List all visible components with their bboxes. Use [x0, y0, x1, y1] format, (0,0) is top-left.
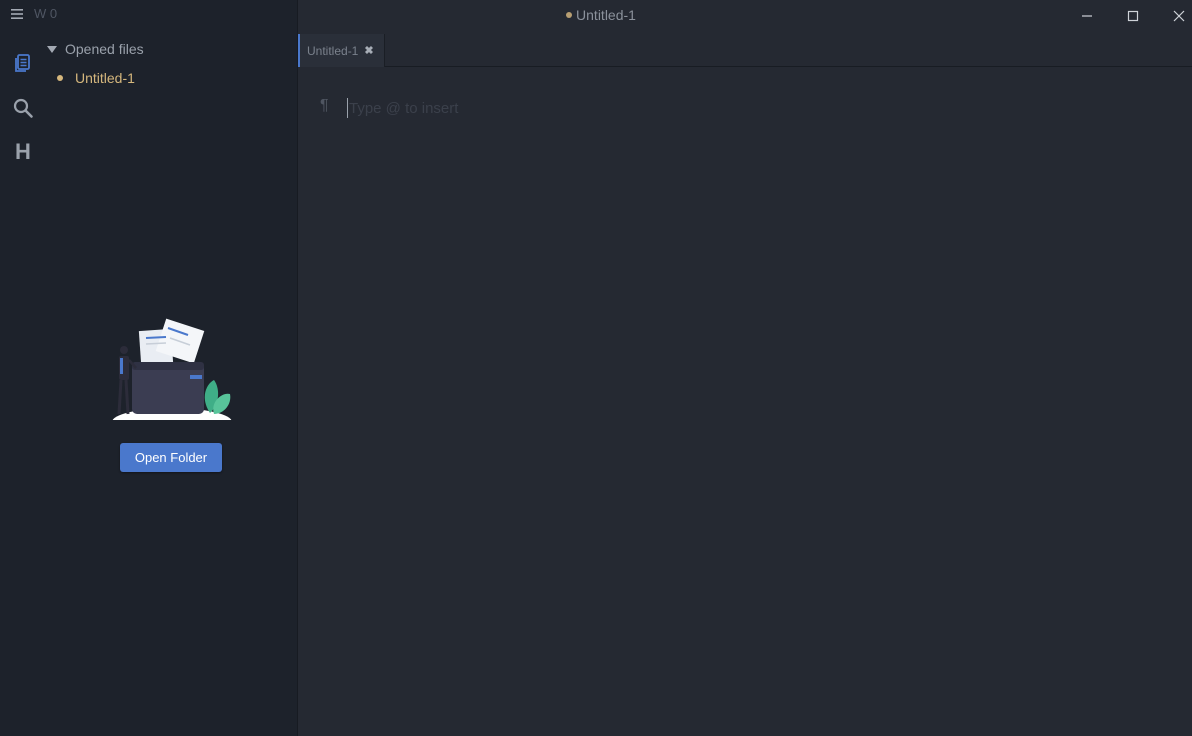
window-title: Untitled-1 [298, 7, 904, 23]
open-folder-button[interactable]: Open Folder [120, 443, 222, 472]
paragraph-icon[interactable]: ¶ [320, 97, 329, 115]
close-icon [1173, 10, 1185, 22]
editor-input[interactable] [349, 97, 949, 119]
maximize-button[interactable] [1110, 0, 1156, 32]
tab-untitled-1[interactable]: Untitled-1 ✖ [298, 34, 385, 67]
maximize-icon [1127, 10, 1139, 22]
files-icon[interactable] [12, 52, 34, 74]
unsaved-dot-icon [566, 12, 573, 19]
word-count[interactable]: W 0 [34, 6, 57, 21]
opened-file-label: Untitled-1 [75, 70, 135, 86]
unsaved-dot-icon [57, 75, 63, 81]
hamburger-menu-icon[interactable] [10, 7, 24, 21]
empty-folder-illustration [110, 318, 234, 424]
close-window-button[interactable] [1156, 0, 1192, 32]
tab-label: Untitled-1 [307, 43, 359, 58]
minimize-button[interactable] [1064, 0, 1110, 32]
opened-files-header[interactable]: Opened files [46, 41, 144, 57]
window-title-label: Untitled-1 [576, 7, 636, 23]
text-cursor [347, 98, 348, 118]
sidebar: W 0 H Opened files Untitled-1 Open Folde… [0, 0, 298, 736]
opened-file-item[interactable]: Untitled-1 [57, 70, 135, 86]
caret-down-icon [47, 45, 57, 53]
minimize-icon [1082, 15, 1092, 17]
heading-outline-icon[interactable]: H [12, 141, 34, 163]
tab-bar: Untitled-1 ✖ [298, 32, 1192, 67]
tab-close-icon[interactable]: ✖ [364, 44, 373, 57]
opened-files-label: Opened files [65, 41, 144, 57]
search-icon[interactable] [12, 97, 34, 119]
